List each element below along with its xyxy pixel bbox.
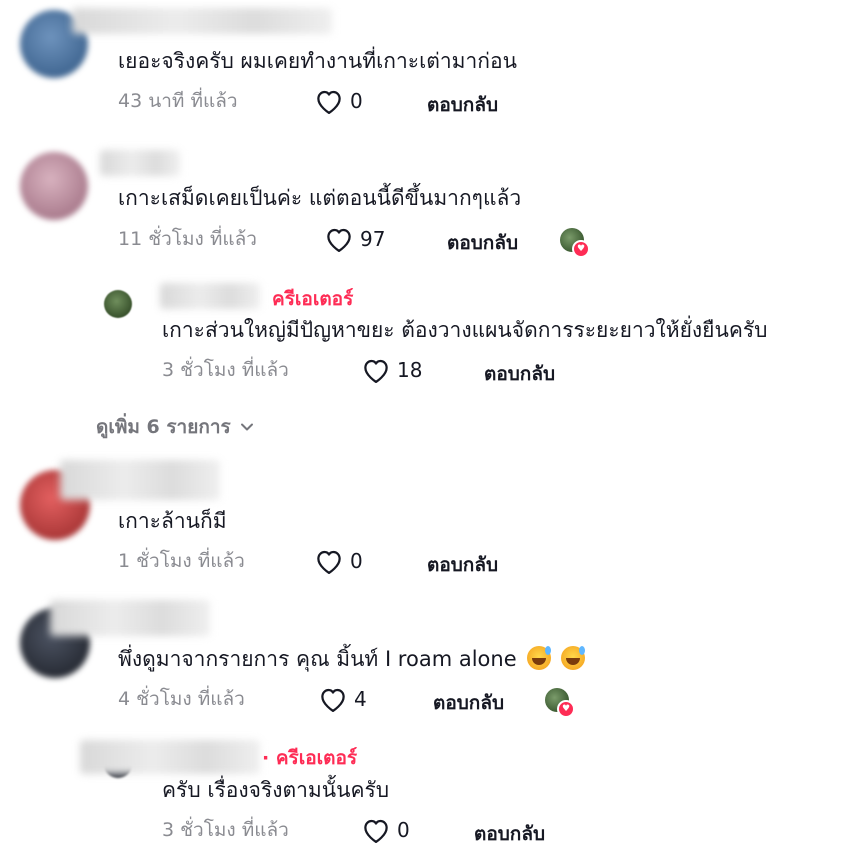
comment-meta: 4 ชั่วโมง ที่แล้ว — [118, 684, 245, 714]
comment-meta: 43 นาที ที่แล้ว — [118, 86, 238, 116]
username-blurred[interactable] — [50, 600, 210, 636]
avatar[interactable] — [104, 290, 132, 318]
heart-outline-icon — [364, 359, 388, 383]
reply-button[interactable]: ตอบกลับ — [427, 550, 498, 580]
chevron-down-icon — [240, 423, 253, 431]
like-button[interactable]: 0 — [361, 816, 410, 844]
like-count: 0 — [350, 549, 363, 573]
comment-meta: 11 ชั่วโมง ที่แล้ว — [118, 224, 257, 254]
comment-text: เกาะล้านก็มี — [118, 509, 227, 533]
like-button[interactable]: 0 — [314, 87, 363, 115]
comment-time: 3 ชั่วโมง ที่แล้ว — [162, 819, 289, 841]
avatar[interactable] — [20, 152, 88, 220]
comment-time: 11 ชั่วโมง ที่แล้ว — [118, 228, 257, 250]
like-button[interactable]: 0 — [314, 547, 363, 575]
comment-text: เยอะจริงครับ ผมเคยทำงานที่เกาะเต่ามาก่อน — [118, 49, 517, 73]
creator-badge: · ครีเอเตอร์ — [262, 747, 358, 769]
view-more-replies[interactable]: ดูเพิ่ม 6 รายการ — [96, 412, 255, 442]
reply-button[interactable]: ตอบกลับ — [474, 819, 545, 849]
grinning-sweat-emoji-icon — [560, 646, 585, 670]
like-count: 0 — [350, 89, 363, 113]
comment-text: พึ่งดูมาจากรายการ คุณ มิ้นท์ I roam alon… — [118, 645, 585, 673]
username-blurred[interactable] — [100, 150, 180, 176]
comment-meta: 3 ชั่วโมง ที่แล้ว — [162, 355, 289, 385]
like-count: 4 — [354, 687, 367, 711]
username-blurred[interactable] — [72, 8, 332, 34]
comment-text: เกาะส่วนใหญ่มีปัญหาขยะ ต้องวางแผนจัดการร… — [162, 318, 768, 342]
reply-button[interactable]: ตอบกลับ — [427, 90, 498, 120]
comment-time: 1 ชั่วโมง ที่แล้ว — [118, 550, 245, 572]
reply-button[interactable]: ตอบกลับ — [484, 359, 555, 389]
comment-text: ครับ เรื่องจริงตามนั้นครับ — [162, 778, 390, 802]
creator-badge: ครีเอเตอร์ — [272, 288, 354, 310]
like-count: 97 — [360, 227, 386, 251]
like-button[interactable]: 4 — [318, 685, 367, 713]
comment-text: เกาะเสม็ดเคยเป็นค่ะ แต่ตอนนี้ดีขึ้นมากๆแ… — [118, 186, 522, 210]
comment-meta: 1 ชั่วโมง ที่แล้ว — [118, 546, 245, 576]
like-button[interactable]: 18 — [361, 356, 422, 384]
view-more-label: ดูเพิ่ม 6 รายการ — [96, 416, 231, 438]
creator-badge-label: ครีเอเตอร์ — [275, 747, 358, 769]
like-button[interactable]: 97 — [324, 225, 385, 253]
heart-outline-icon — [317, 550, 341, 574]
heart-outline-icon — [321, 688, 345, 712]
heart-outline-icon — [327, 228, 351, 252]
reply-button[interactable]: ตอบกลับ — [447, 228, 518, 258]
creator-liked-avatar-icon: ♥ — [545, 688, 575, 718]
reply-button[interactable]: ตอบกลับ — [433, 688, 504, 718]
heart-outline-icon — [317, 90, 341, 114]
like-count: 18 — [397, 358, 423, 382]
comment-text-content: พึ่งดูมาจากรายการ คุณ มิ้นท์ I roam alon… — [118, 647, 517, 671]
grinning-sweat-emoji-icon — [526, 646, 551, 670]
comment-time: 3 ชั่วโมง ที่แล้ว — [162, 359, 289, 381]
username-blurred[interactable] — [60, 460, 220, 500]
comment-time: 4 ชั่วโมง ที่แล้ว — [118, 688, 245, 710]
comment-time: 43 นาที ที่แล้ว — [118, 90, 238, 112]
creator-liked-avatar-icon: ♥ — [560, 228, 590, 258]
username-blurred[interactable] — [80, 740, 260, 774]
comment-meta: 3 ชั่วโมง ที่แล้ว — [162, 815, 289, 845]
username-blurred[interactable] — [160, 283, 260, 309]
like-count: 0 — [397, 818, 410, 842]
heart-outline-icon — [364, 819, 388, 843]
